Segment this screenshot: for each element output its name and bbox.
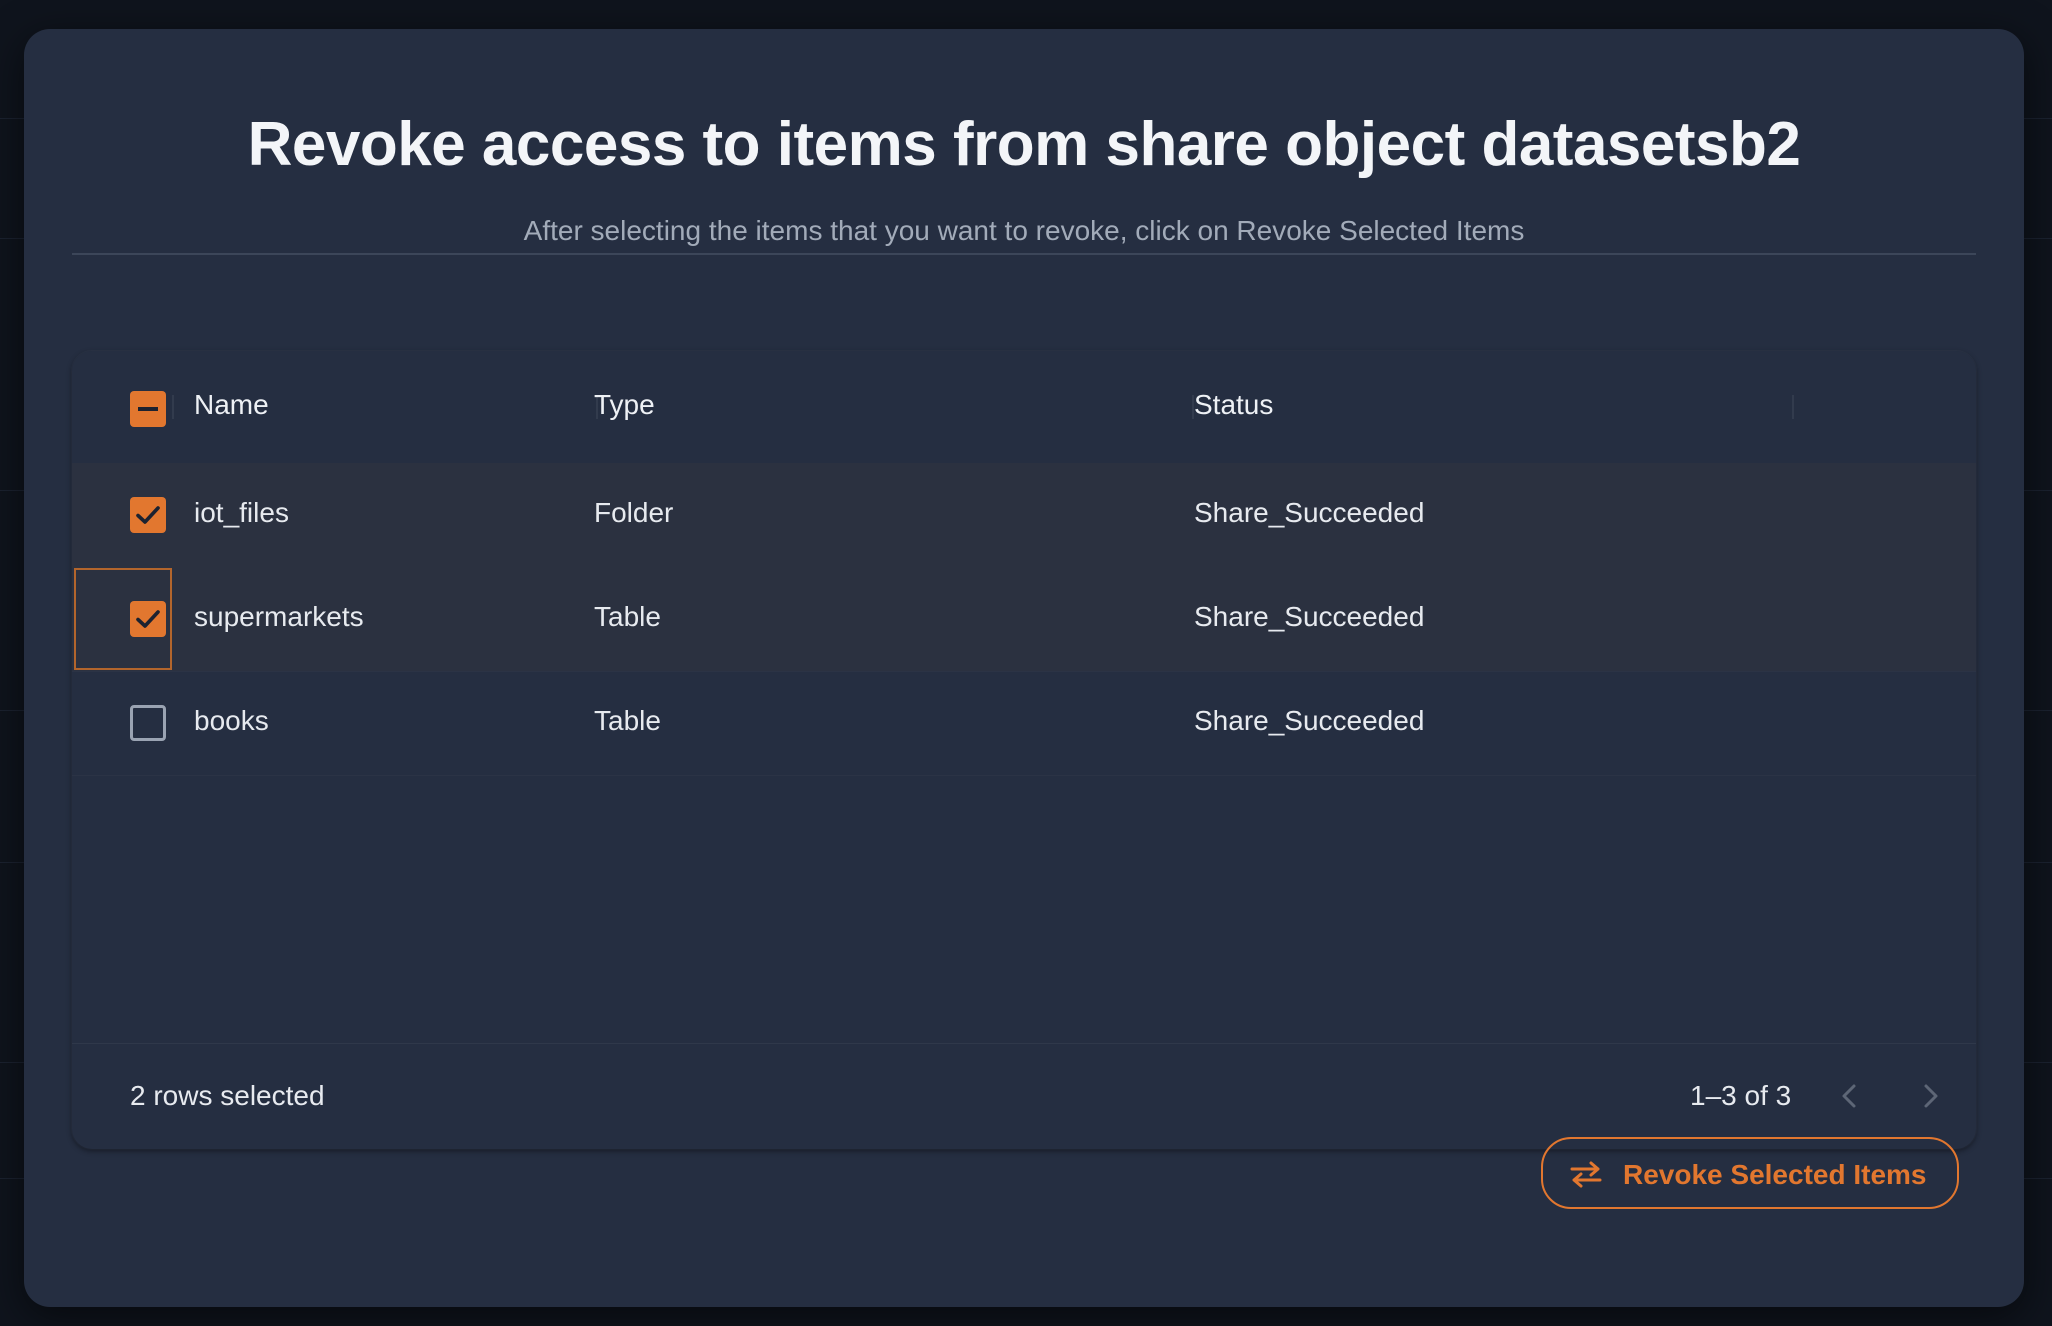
revoke-selected-items-button[interactable]: Revoke Selected Items: [1541, 1137, 1959, 1209]
dialog-title: Revoke access to items from share object…: [247, 110, 1801, 179]
items-data-grid: Name Type Status iot_files Folder Share_…: [72, 351, 1976, 1149]
title-divider: [72, 253, 1976, 255]
cell-name: supermarkets: [194, 601, 364, 632]
column-header-type[interactable]: Type: [594, 389, 655, 421]
row-checkbox[interactable]: [130, 497, 166, 533]
swap-horiz-icon: [1569, 1160, 1603, 1195]
grid-header: Name Type Status: [72, 351, 1976, 464]
cell-status: Share_Succeeded: [1194, 705, 1425, 736]
cell-name: books: [194, 705, 269, 736]
chevron-right-icon: [1924, 1084, 1938, 1108]
column-separator[interactable]: [172, 395, 174, 419]
column-separator[interactable]: [1792, 395, 1794, 419]
cell-type: Table: [594, 705, 661, 736]
checkmark-icon: [136, 610, 160, 628]
next-page-button[interactable]: [1904, 1070, 1956, 1122]
dialog-subtitle: After selecting the items that you want …: [523, 215, 1525, 246]
row-checkbox[interactable]: [130, 601, 166, 637]
revoke-button-label: Revoke Selected Items: [1623, 1159, 1927, 1190]
cell-type: Folder: [594, 497, 674, 528]
chevron-left-icon: [1842, 1084, 1856, 1108]
column-header-status[interactable]: Status: [1194, 389, 1273, 421]
revoke-dialog: Revoke access to items from share object…: [24, 29, 2024, 1307]
checkmark-icon: [136, 506, 160, 524]
column-header-name[interactable]: Name: [194, 389, 269, 421]
table-row[interactable]: supermarkets Table Share_Succeeded: [72, 567, 1976, 672]
pagination-info: 1–3 of 3: [1690, 1080, 1792, 1111]
cell-status: Share_Succeeded: [1194, 497, 1425, 528]
table-row[interactable]: books Table Share_Succeeded: [72, 671, 1976, 776]
cell-status: Share_Succeeded: [1194, 601, 1425, 632]
cell-name: iot_files: [194, 497, 289, 528]
grid-footer: 2 rows selected 1–3 of 3: [72, 1043, 1976, 1149]
row-checkbox[interactable]: [130, 705, 166, 741]
select-all-checkbox[interactable]: [130, 391, 166, 427]
cell-type: Table: [594, 601, 661, 632]
table-row[interactable]: iot_files Folder Share_Succeeded: [72, 463, 1976, 568]
previous-page-button[interactable]: [1824, 1070, 1876, 1122]
indeterminate-icon: [138, 407, 158, 411]
selected-row-count: 2 rows selected: [130, 1080, 325, 1111]
